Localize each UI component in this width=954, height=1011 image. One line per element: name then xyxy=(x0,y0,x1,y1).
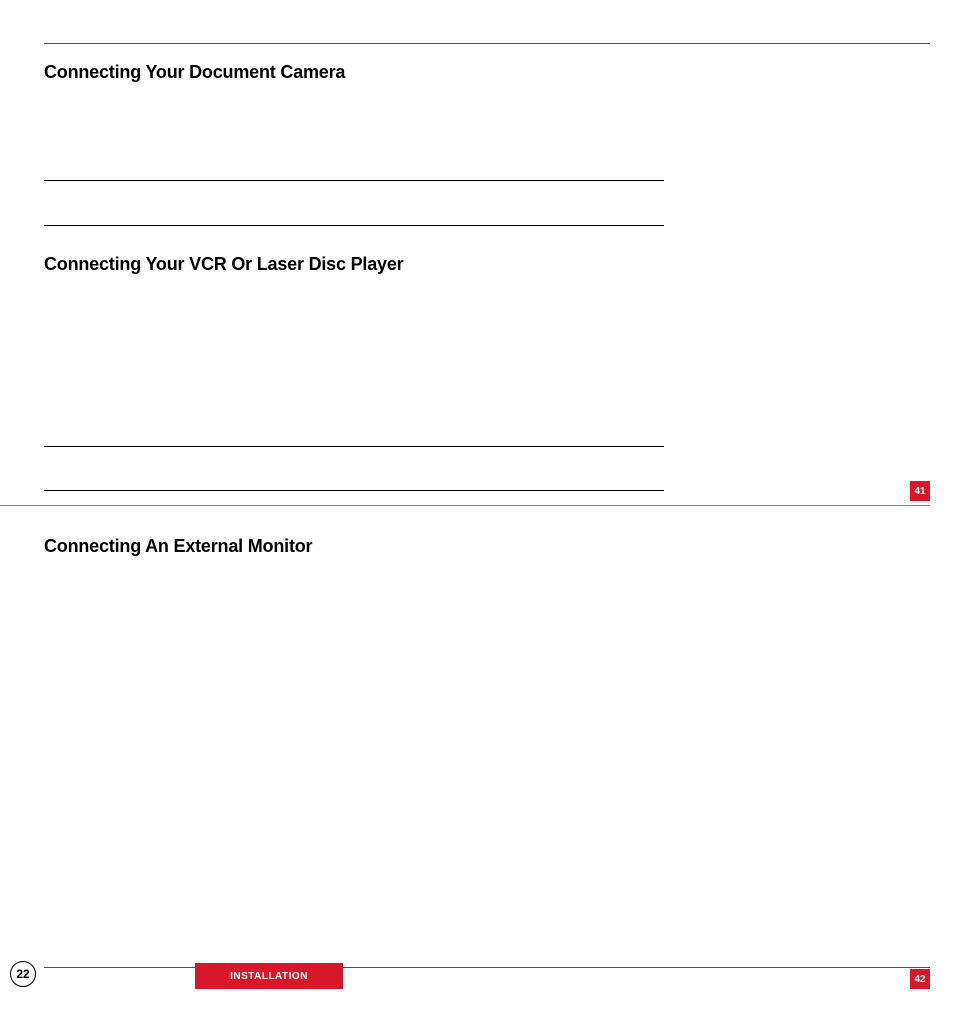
bottom-divider xyxy=(44,967,930,968)
page-number-circle: 22 xyxy=(10,961,36,987)
page-side-badge: 42 xyxy=(910,969,930,989)
page-side-badge: 41 xyxy=(910,481,930,501)
footer-section-tab: INSTALLATION xyxy=(195,963,343,989)
top-divider xyxy=(44,43,930,44)
content-divider xyxy=(44,225,664,226)
section-heading-external-monitor: Connecting An External Monitor xyxy=(44,536,312,557)
content-divider xyxy=(44,180,664,181)
section-heading-document-camera: Connecting Your Document Camera xyxy=(44,62,345,83)
midpage-divider xyxy=(0,505,930,506)
section-heading-vcr: Connecting Your VCR Or Laser Disc Player xyxy=(44,254,403,275)
content-divider xyxy=(44,446,664,447)
content-divider xyxy=(44,490,664,491)
